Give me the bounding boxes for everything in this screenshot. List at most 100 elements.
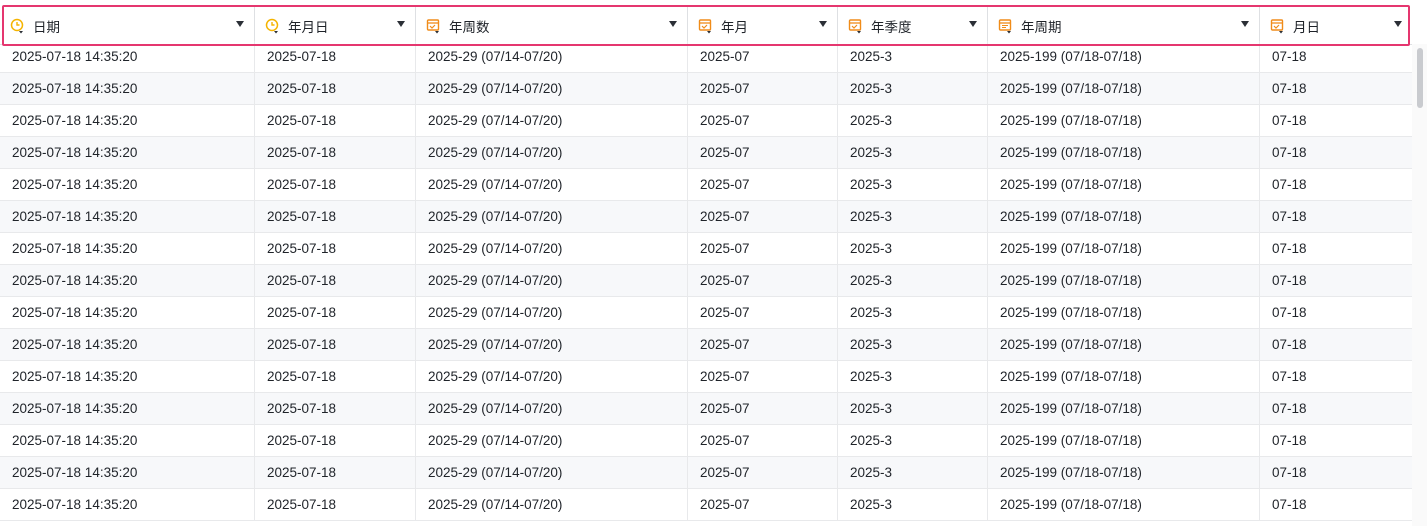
table-cell[interactable]: 07-18	[1260, 425, 1412, 456]
table-cell[interactable]: 2025-07-18	[255, 265, 416, 296]
table-cell[interactable]: 2025-199 (07/18-07/18)	[988, 265, 1260, 296]
table-cell[interactable]: 07-18	[1260, 457, 1412, 488]
table-cell[interactable]: 2025-07-18 14:35:20	[0, 457, 255, 488]
table-cell[interactable]: 2025-29 (07/14-07/20)	[416, 489, 688, 520]
table-cell[interactable]: 2025-07-18	[255, 297, 416, 328]
chevron-down-icon[interactable]	[819, 21, 827, 27]
table-cell[interactable]: 2025-07	[688, 361, 838, 392]
table-cell[interactable]: 2025-29 (07/14-07/20)	[416, 233, 688, 264]
table-cell[interactable]: 2025-07	[688, 265, 838, 296]
table-cell[interactable]: 2025-3	[838, 105, 988, 136]
table-cell[interactable]: 2025-07-18 14:35:20	[0, 169, 255, 200]
table-cell[interactable]: 2025-199 (07/18-07/18)	[988, 201, 1260, 232]
table-cell[interactable]: 2025-07	[688, 489, 838, 520]
table-cell[interactable]: 2025-29 (07/14-07/20)	[416, 105, 688, 136]
table-cell[interactable]: 2025-29 (07/14-07/20)	[416, 137, 688, 168]
table-cell[interactable]: 2025-07-18 14:35:20	[0, 361, 255, 392]
table-cell[interactable]: 2025-3	[838, 169, 988, 200]
table-cell[interactable]: 2025-199 (07/18-07/18)	[988, 361, 1260, 392]
table-row[interactable]: 2025-07-18 14:35:20 2025-07-18 2025-29 (07…	[0, 489, 1412, 521]
table-cell[interactable]: 2025-29 (07/14-07/20)	[416, 361, 688, 392]
chevron-down-icon[interactable]	[1394, 21, 1402, 27]
table-cell[interactable]: 2025-07	[688, 169, 838, 200]
table-cell[interactable]: 2025-07-18 14:35:20	[0, 393, 255, 424]
table-cell[interactable]: 2025-07-18	[255, 169, 416, 200]
table-cell[interactable]: 07-18	[1260, 329, 1412, 360]
column-header-ymd[interactable]: 年月日	[255, 7, 416, 44]
table-cell[interactable]: 2025-07	[688, 233, 838, 264]
table-cell[interactable]: 2025-199 (07/18-07/18)	[988, 297, 1260, 328]
table-cell[interactable]: 2025-07	[688, 105, 838, 136]
table-cell[interactable]: 07-18	[1260, 265, 1412, 296]
table-cell[interactable]: 2025-3	[838, 265, 988, 296]
table-cell[interactable]: 2025-07-18	[255, 457, 416, 488]
table-cell[interactable]: 2025-07-18	[255, 233, 416, 264]
table-cell[interactable]: 2025-199 (07/18-07/18)	[988, 489, 1260, 520]
table-cell[interactable]: 2025-199 (07/18-07/18)	[988, 329, 1260, 360]
table-cell[interactable]: 2025-3	[838, 361, 988, 392]
table-row[interactable]: 2025-07-18 14:35:20 2025-07-18 2025-29 (07…	[0, 169, 1412, 201]
calendar-icon[interactable]	[698, 18, 714, 34]
table-cell[interactable]: 2025-07	[688, 41, 838, 72]
table-cell[interactable]: 07-18	[1260, 489, 1412, 520]
column-header-year-quarter[interactable]: 年季度	[838, 7, 988, 44]
table-cell[interactable]: 2025-07	[688, 457, 838, 488]
table-cell[interactable]: 2025-07	[688, 297, 838, 328]
table-cell[interactable]: 07-18	[1260, 361, 1412, 392]
table-cell[interactable]: 2025-07-18	[255, 361, 416, 392]
table-cell[interactable]: 2025-07	[688, 201, 838, 232]
table-cell[interactable]: 2025-3	[838, 425, 988, 456]
table-row[interactable]: 2025-07-18 14:35:20 2025-07-18 2025-29 (07…	[0, 457, 1412, 489]
table-row[interactable]: 2025-07-18 14:35:20 2025-07-18 2025-29 (07…	[0, 425, 1412, 457]
clock-icon[interactable]	[265, 18, 281, 34]
table-cell[interactable]: 2025-199 (07/18-07/18)	[988, 105, 1260, 136]
table-cell[interactable]: 2025-07-18 14:35:20	[0, 489, 255, 520]
table-cell[interactable]: 2025-07-18	[255, 393, 416, 424]
table-cell[interactable]: 2025-07-18 14:35:20	[0, 233, 255, 264]
table-row[interactable]: 2025-07-18 14:35:20 2025-07-18 2025-29 (07…	[0, 233, 1412, 265]
scrollbar-thumb[interactable]	[1417, 48, 1423, 108]
table-cell[interactable]: 2025-07-18 14:35:20	[0, 265, 255, 296]
table-cell[interactable]: 07-18	[1260, 41, 1412, 72]
table-row[interactable]: 2025-07-18 14:35:20 2025-07-18 2025-29 (07…	[0, 73, 1412, 105]
column-header-year-period[interactable]: 年周期	[988, 7, 1260, 44]
table-cell[interactable]: 2025-3	[838, 201, 988, 232]
vertical-scrollbar[interactable]	[1412, 44, 1427, 526]
table-cell[interactable]: 2025-29 (07/14-07/20)	[416, 169, 688, 200]
table-cell[interactable]: 2025-07-18 14:35:20	[0, 329, 255, 360]
table-row[interactable]: 2025-07-18 14:35:20 2025-07-18 2025-29 (07…	[0, 201, 1412, 233]
calendar-week-icon[interactable]	[998, 18, 1014, 34]
table-cell[interactable]: 2025-199 (07/18-07/18)	[988, 233, 1260, 264]
table-cell[interactable]: 2025-07-18 14:35:20	[0, 137, 255, 168]
table-cell[interactable]: 2025-199 (07/18-07/18)	[988, 41, 1260, 72]
table-cell[interactable]: 2025-07-18	[255, 489, 416, 520]
table-cell[interactable]: 2025-199 (07/18-07/18)	[988, 169, 1260, 200]
table-cell[interactable]: 2025-07	[688, 137, 838, 168]
table-cell[interactable]: 2025-07	[688, 393, 838, 424]
table-cell[interactable]: 07-18	[1260, 393, 1412, 424]
table-cell[interactable]: 2025-199 (07/18-07/18)	[988, 425, 1260, 456]
table-cell[interactable]: 2025-199 (07/18-07/18)	[988, 393, 1260, 424]
table-cell[interactable]: 2025-3	[838, 393, 988, 424]
table-row[interactable]: 2025-07-18 14:35:20 2025-07-18 2025-29 (07…	[0, 265, 1412, 297]
table-row[interactable]: 2025-07-18 14:35:20 2025-07-18 2025-29 (07…	[0, 297, 1412, 329]
table-cell[interactable]: 2025-07-18	[255, 137, 416, 168]
table-cell[interactable]: 2025-3	[838, 329, 988, 360]
table-cell[interactable]: 2025-3	[838, 297, 988, 328]
table-cell[interactable]: 2025-29 (07/14-07/20)	[416, 425, 688, 456]
table-cell[interactable]: 2025-29 (07/14-07/20)	[416, 201, 688, 232]
table-cell[interactable]: 2025-07-18 14:35:20	[0, 105, 255, 136]
table-cell[interactable]: 2025-3	[838, 489, 988, 520]
calendar-icon[interactable]	[848, 18, 864, 34]
table-cell[interactable]: 2025-07-18	[255, 73, 416, 104]
table-cell[interactable]: 2025-07-18	[255, 201, 416, 232]
table-row[interactable]: 2025-07-18 14:35:20 2025-07-18 2025-29 (07…	[0, 361, 1412, 393]
table-cell[interactable]: 2025-3	[838, 73, 988, 104]
table-cell[interactable]: 2025-07-18	[255, 41, 416, 72]
table-cell[interactable]: 2025-3	[838, 41, 988, 72]
table-row[interactable]: 2025-07-18 14:35:20 2025-07-18 2025-29 (07…	[0, 329, 1412, 361]
table-cell[interactable]: 07-18	[1260, 169, 1412, 200]
table-cell[interactable]: 2025-07-18 14:35:20	[0, 201, 255, 232]
table-cell[interactable]: 2025-199 (07/18-07/18)	[988, 73, 1260, 104]
table-row[interactable]: 2025-07-18 14:35:20 2025-07-18 2025-29 (07…	[0, 41, 1412, 73]
